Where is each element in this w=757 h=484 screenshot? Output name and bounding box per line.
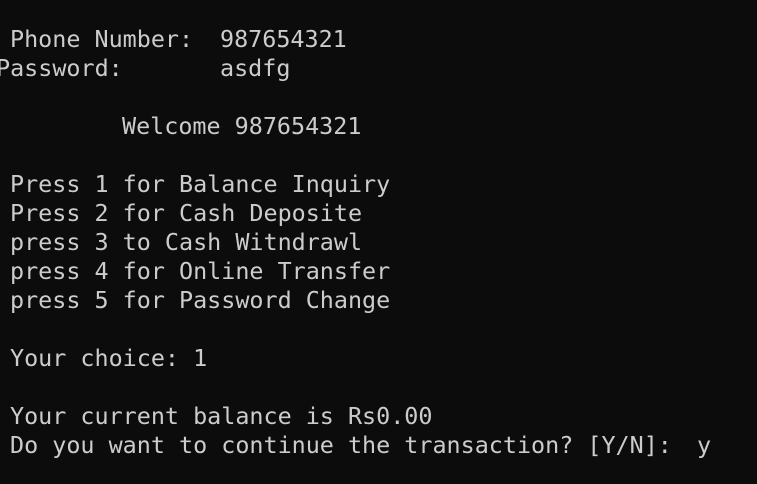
continue-answer-input[interactable]: y	[697, 431, 711, 460]
welcome-message: Welcome 987654321	[122, 112, 362, 140]
continue-prompt: Do you want to continue the transaction?…	[10, 431, 672, 459]
phone-number-label: Phone Number:	[10, 25, 194, 53]
menu-option-4: press 4 for Online Transfer	[10, 257, 391, 285]
menu-option-2: Press 2 for Cash Deposite	[10, 199, 363, 227]
password-value: asdfg	[220, 54, 291, 82]
menu-option-3: press 3 to Cash Witndrawl	[10, 228, 363, 256]
balance-output: Your current balance is Rs0.00	[10, 402, 433, 430]
password-label: Password:	[0, 54, 123, 82]
choice-line: Your choice: 1	[10, 344, 208, 372]
menu-option-1: Press 1 for Balance Inquiry	[10, 170, 391, 198]
phone-number-value: 987654321	[220, 25, 347, 53]
terminal-window[interactable]: Phone Number: 987654321 Password: asdfg …	[0, 0, 757, 484]
menu-option-5: press 5 for Password Change	[10, 286, 391, 314]
